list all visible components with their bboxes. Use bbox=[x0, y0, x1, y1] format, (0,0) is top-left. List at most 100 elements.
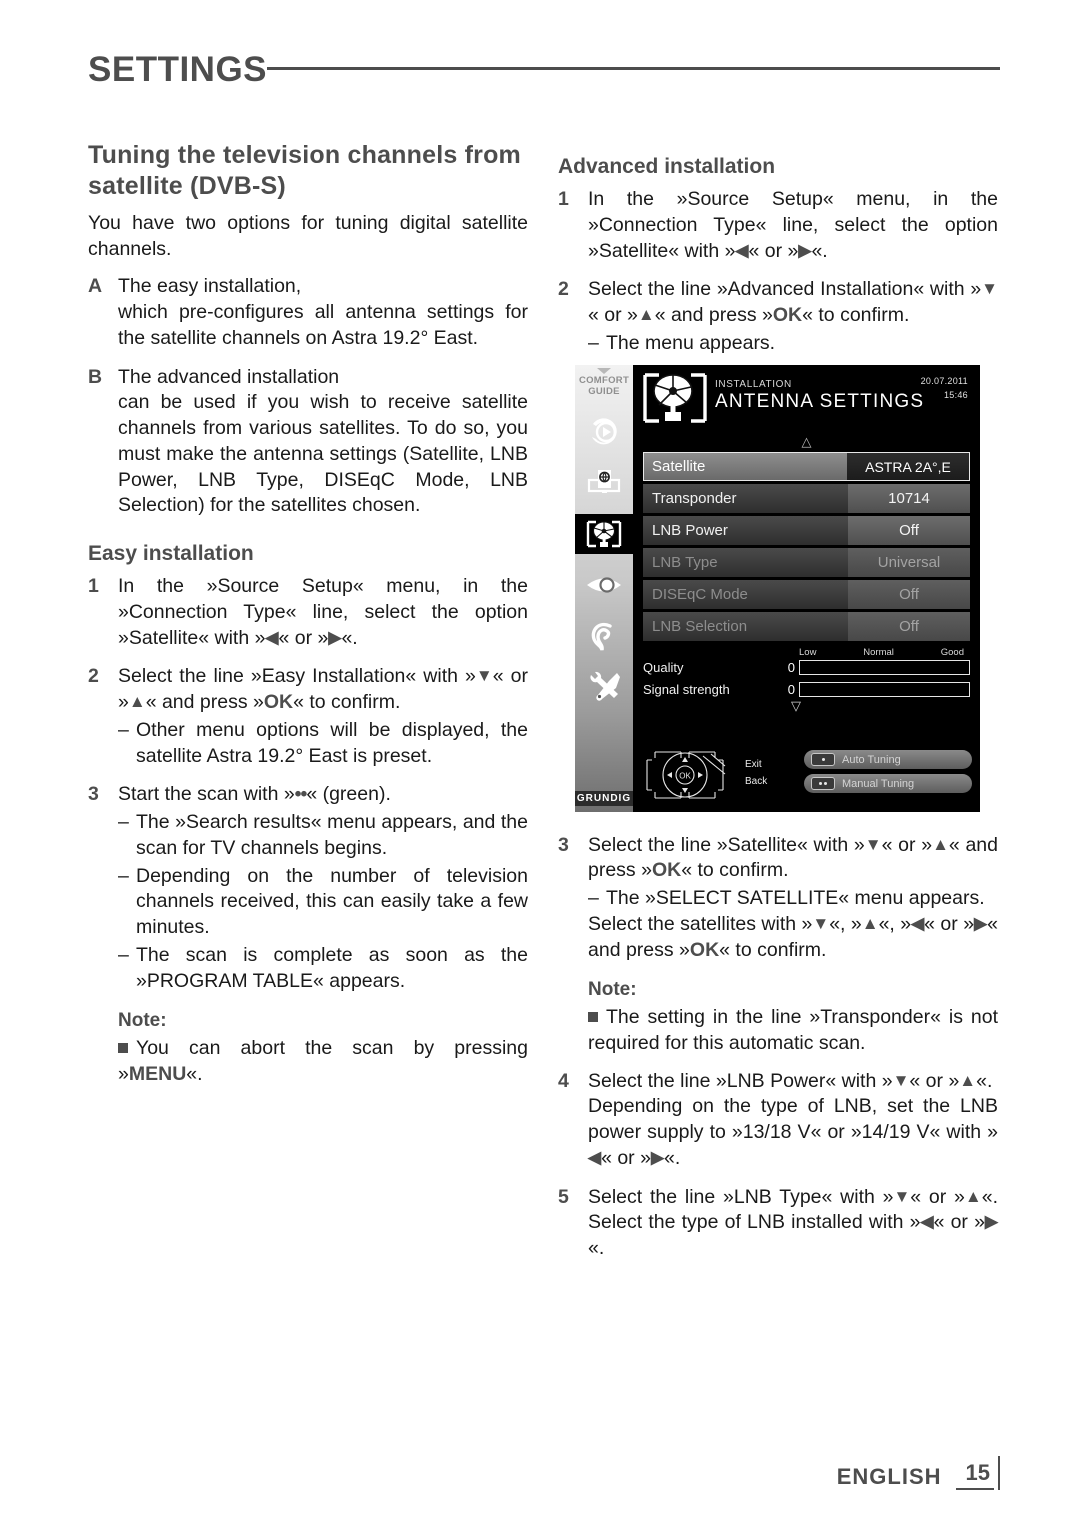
menu-row-lnb-selection[interactable]: LNB Selection Off bbox=[643, 612, 970, 641]
menu-row-diseqc-mode[interactable]: DISEqC Mode Off bbox=[643, 580, 970, 609]
adv-step-5-part-d: Select the type of LNB installed with » bbox=[588, 1211, 921, 1234]
dash-marker: – bbox=[588, 331, 599, 354]
arrow-down-icon: ▼ bbox=[981, 279, 998, 299]
adv-step-4-part-c: «. bbox=[976, 1069, 993, 1092]
adv-step-4-part-e: « or » bbox=[601, 1146, 651, 1169]
sidebar-item-picture[interactable] bbox=[581, 565, 627, 605]
adv-step-5-part-c: «. bbox=[981, 1185, 998, 1208]
easy-step-3-sub-1: – The »Search results« menu appears, and… bbox=[118, 810, 528, 861]
arrow-down-icon: ▼ bbox=[892, 1070, 910, 1090]
menu-label-transponder: Transponder bbox=[643, 484, 848, 513]
language-label: ENGLISH bbox=[836, 1464, 942, 1489]
legend-exit: Exit bbox=[745, 759, 762, 770]
option-b-text: The advanced installation can be used if… bbox=[118, 365, 528, 519]
sidebar-item-sound[interactable] bbox=[581, 616, 627, 656]
adv-step-3-part-j: « to confirm. bbox=[719, 938, 827, 961]
adv-step-2-sub: – The menu appears. bbox=[588, 331, 998, 357]
menu-label-lnb-selection: LNB Selection bbox=[643, 612, 848, 641]
tv-date: 20.07.2011 bbox=[920, 376, 968, 386]
sidebar-item-settings[interactable] bbox=[581, 667, 627, 707]
menu-row-satellite[interactable]: Satellite ASTRA 2A°,E bbox=[643, 452, 970, 481]
header-rule bbox=[267, 67, 1000, 70]
adv-step-2-part-c: « and press » bbox=[654, 304, 773, 327]
adv-step-5-part-a: Select the line »LNB Type« with » bbox=[588, 1185, 894, 1208]
dot bbox=[819, 782, 822, 785]
arrow-right-icon: ▶ bbox=[984, 1212, 998, 1232]
remote-legend: Exit Back bbox=[745, 756, 767, 790]
meter-quality-bar bbox=[799, 660, 970, 675]
easy-step-1-number: 1 bbox=[88, 575, 99, 598]
green-button-icon bbox=[811, 777, 835, 790]
meter-quality-label: Quality bbox=[643, 660, 684, 675]
adv-step-2-part-b: « or » bbox=[588, 304, 638, 327]
antenna-badge-icon bbox=[639, 369, 711, 431]
sidebar-item-source[interactable] bbox=[581, 463, 627, 503]
adv-step-5-part-f: «. bbox=[588, 1237, 605, 1260]
tv-datetime: 20.07.2011 15:46 bbox=[921, 375, 968, 402]
menu-value-lnb-selection[interactable]: Off bbox=[848, 612, 970, 641]
adv-step-2-part-a: Select the line »Advanced Installation« … bbox=[588, 278, 982, 301]
adv-step-1: 1 In the »Source Setup« menu, in the »Co… bbox=[558, 187, 998, 264]
comfort-guide-label: COMFORT GUIDE bbox=[578, 375, 630, 397]
dash-marker: – bbox=[118, 943, 129, 966]
easy-step-3-text: Start the scan with »••« (green). – The … bbox=[118, 782, 528, 994]
menu-value-diseqc-mode[interactable]: Off bbox=[848, 580, 970, 609]
dot bbox=[821, 758, 825, 761]
section-title-easy-installation: Easy installation bbox=[88, 542, 254, 566]
arrow-right-icon: ▶ bbox=[974, 913, 988, 933]
manual-tuning-button[interactable]: Manual Tuning bbox=[804, 774, 972, 793]
triangle-down-icon bbox=[597, 368, 611, 374]
dash-marker: – bbox=[118, 811, 129, 834]
menu-value-transponder[interactable]: 10714 bbox=[848, 484, 970, 513]
menu-value-lnb-type[interactable]: Universal bbox=[848, 548, 970, 577]
easy-step-3-part-a: Start the scan with » bbox=[118, 783, 295, 806]
easy-step-3-sub-3-text: The scan is complete as soon as the »PRO… bbox=[136, 943, 528, 992]
option-b-marker: B bbox=[88, 365, 103, 388]
option-a-text: The easy installation, which pre-configu… bbox=[118, 274, 528, 351]
page-footer: ENGLISH 15 bbox=[836, 1456, 1000, 1490]
meter-quality: Quality 0 bbox=[643, 660, 970, 675]
dot bbox=[824, 782, 827, 785]
page-title: SETTINGS bbox=[88, 50, 268, 89]
auto-tuning-button[interactable]: Auto Tuning bbox=[804, 750, 972, 769]
left-column: Tuning the television channels from sate… bbox=[88, 140, 528, 1088]
red-button-icon bbox=[811, 753, 835, 766]
note-heading: Note: bbox=[118, 1010, 167, 1032]
sidebar-item-antenna[interactable] bbox=[575, 513, 633, 554]
easy-step-3-number: 3 bbox=[88, 783, 99, 806]
arrow-down-icon: ▼ bbox=[812, 913, 830, 933]
left-note-block: Note: You can abort the scan by pressing… bbox=[118, 1010, 528, 1087]
menu-row-lnb-type[interactable]: LNB Type Universal bbox=[643, 548, 970, 577]
easy-step-2-part-a: Select the line »Easy Installation« with… bbox=[118, 665, 476, 688]
menu-row-lnb-power[interactable]: LNB Power Off bbox=[643, 516, 970, 545]
tv-sidebar-icons bbox=[575, 412, 633, 707]
source-globe-tv-icon bbox=[587, 469, 621, 493]
chevron-up-icon[interactable]: △ bbox=[633, 436, 980, 450]
adv-step-3-part-a: Select the line »Satellite« with » bbox=[588, 833, 865, 856]
menu-value-lnb-power[interactable]: Off bbox=[848, 516, 970, 545]
scale-normal: Normal bbox=[863, 647, 894, 658]
menu-label-satellite: Satellite bbox=[643, 452, 847, 481]
tv-header: INSTALLATION ANTENNA SETTINGS 20.07.2011… bbox=[633, 365, 980, 437]
easy-step-3-sub-1-text: The »Search results« menu appears, and t… bbox=[136, 811, 528, 859]
tv-footer: OK Exit Back Auto Tuning Manual Tuning bbox=[633, 744, 980, 812]
ear-icon bbox=[591, 622, 612, 651]
arrow-left-icon: ◀ bbox=[588, 1147, 602, 1167]
easy-step-3-sub-2: – Depending on the number of television … bbox=[118, 864, 528, 941]
left-note-text: You can abort the scan by pressing »MENU… bbox=[118, 1036, 528, 1087]
legend-back: Back bbox=[745, 776, 768, 787]
adv-step-1-part-b: « or » bbox=[748, 239, 799, 262]
sidebar-item-media-play[interactable] bbox=[581, 412, 627, 452]
satellite-dish-icon bbox=[586, 520, 622, 548]
adv-step-4-part-a: Select the line »LNB Power« with » bbox=[588, 1069, 893, 1092]
arrow-left-icon: ◀ bbox=[911, 913, 925, 933]
arrow-down-icon: ▼ bbox=[475, 666, 493, 686]
menu-key-label: MENU bbox=[128, 1063, 187, 1086]
menu-row-transponder[interactable]: Transponder 10714 bbox=[643, 484, 970, 513]
right-note-content: The setting in the line »Transponder« is… bbox=[588, 1006, 998, 1054]
chevron-down-icon[interactable]: ▽ bbox=[791, 699, 801, 714]
eye-icon bbox=[587, 577, 621, 593]
adv-step-4-text: Select the line »LNB Power« with »▼ « or … bbox=[588, 1069, 998, 1172]
easy-step-3: 3 Start the scan with »••« (green). – Th… bbox=[88, 782, 528, 994]
menu-value-satellite[interactable]: ASTRA 2A°,E bbox=[847, 452, 970, 481]
